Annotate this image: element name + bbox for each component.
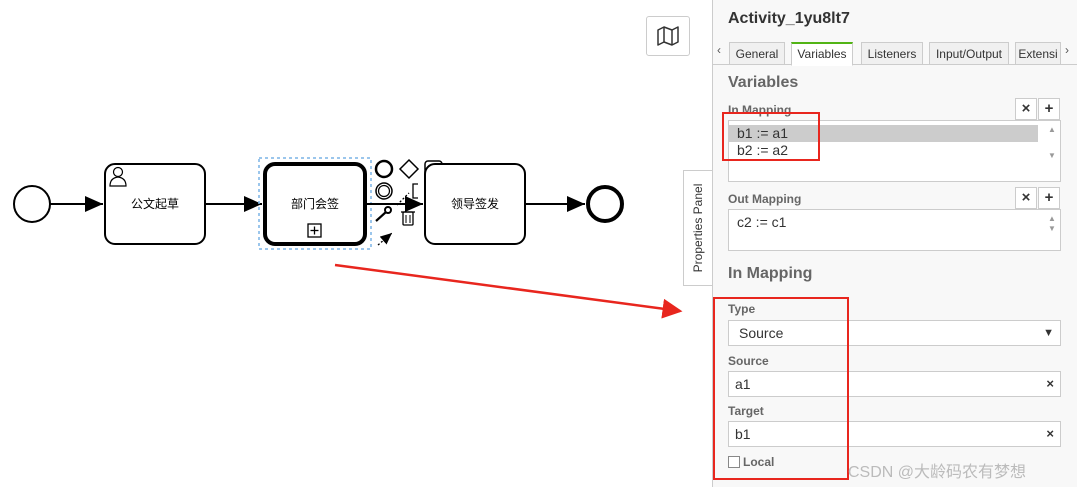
intermediate-event-icon[interactable] (375, 182, 393, 200)
remove-in-mapping-button[interactable]: × (1015, 98, 1037, 120)
clear-icon[interactable]: × (1046, 422, 1054, 446)
properties-panel: Activity_1yu8lt7 ‹ General Variables Lis… (712, 0, 1077, 487)
remove-out-mapping-button[interactable]: × (1015, 187, 1037, 209)
add-out-mapping-button[interactable]: + (1038, 187, 1060, 209)
type-select-value: Source (739, 325, 784, 341)
in-mapping-label: In Mapping (728, 103, 792, 117)
properties-panel-toggle-label: Properties Panel (691, 183, 705, 273)
in-mapping-list[interactable]: b1 := a1 b2 := a2 ▲ ▼ (728, 120, 1061, 182)
map-icon (657, 26, 679, 46)
subprocess-expand-icon (307, 223, 322, 238)
annotation-arrow (334, 263, 683, 319)
element-id-title: Activity_1yu8lt7 (728, 10, 850, 27)
list-item[interactable]: b2 := a2 (729, 142, 1038, 159)
scrollbar[interactable]: ▲ ▼ (1045, 210, 1060, 250)
task-leader-issue[interactable]: 领导签发 (424, 163, 526, 245)
task-label: 领导签发 (451, 196, 499, 211)
local-label: Local (743, 455, 775, 469)
target-label: Target (728, 404, 764, 418)
list-item[interactable]: b1 := a1 (729, 125, 1038, 142)
scroll-up-icon[interactable]: ▲ (1048, 125, 1056, 134)
properties-panel-toggle[interactable]: Properties Panel (683, 170, 712, 286)
task-label: 部门会签 (291, 196, 339, 211)
source-input-value: a1 (735, 376, 751, 392)
tab-general[interactable]: General (729, 42, 785, 64)
tab-variables[interactable]: Variables (791, 42, 853, 66)
bpmn-canvas[interactable]: 公文起草 部门会签 领导签发 (0, 0, 712, 487)
scroll-up-icon[interactable]: ▲ (1048, 214, 1056, 223)
connect-icon[interactable] (377, 232, 393, 246)
tab-listeners[interactable]: Listeners (861, 42, 923, 64)
start-event[interactable] (13, 185, 51, 223)
source-input[interactable]: a1 × (728, 371, 1061, 397)
target-input-value: b1 (735, 426, 751, 442)
panel-tabs: ‹ General Variables Listeners Input/Outp… (713, 40, 1077, 66)
task-department-sign[interactable]: 部门会签 (258, 157, 372, 250)
local-checkbox-row[interactable]: Local (728, 455, 774, 469)
out-mapping-label: Out Mapping (728, 192, 802, 206)
type-select[interactable]: Source ▼ (728, 320, 1061, 346)
scrollbar[interactable]: ▲ ▼ (1045, 121, 1060, 181)
scroll-down-icon[interactable]: ▼ (1048, 151, 1056, 160)
text-annotation-icon[interactable] (412, 183, 418, 199)
type-label: Type (728, 302, 756, 316)
tabs-scroll-right-icon[interactable]: › (1065, 43, 1069, 57)
target-input[interactable]: b1 × (728, 421, 1061, 447)
trash-icon[interactable] (401, 211, 415, 226)
gateway-icon[interactable] (398, 158, 420, 180)
tab-extensions[interactable]: Extensi (1015, 42, 1061, 64)
wrench-icon[interactable] (375, 206, 392, 222)
in-mapping-detail-title: In Mapping (728, 265, 813, 282)
variables-group-title: Variables (728, 74, 799, 91)
source-label: Source (728, 354, 769, 368)
scroll-down-icon[interactable]: ▼ (1048, 224, 1056, 233)
task-draft[interactable]: 公文起草 (104, 163, 206, 245)
clear-icon[interactable]: × (1046, 372, 1054, 396)
local-checkbox[interactable] (728, 456, 740, 468)
tab-input-output[interactable]: Input/Output (929, 42, 1009, 64)
bpmn-diagram: 公文起草 部门会签 领导签发 (13, 157, 683, 319)
end-event-icon[interactable] (374, 159, 394, 179)
chevron-down-icon: ▼ (1043, 327, 1054, 339)
tabs-scroll-left-icon[interactable]: ‹ (717, 43, 721, 57)
end-event[interactable] (586, 185, 624, 223)
minimap-button[interactable] (646, 16, 690, 56)
list-item[interactable]: c2 := c1 (729, 214, 1038, 231)
task-label: 公文起草 (131, 196, 179, 211)
watermark: CSDN @大龄码农有梦想 (848, 464, 1027, 481)
out-mapping-list[interactable]: c2 := c1 ▲ ▼ (728, 209, 1061, 251)
add-in-mapping-button[interactable]: + (1038, 98, 1060, 120)
